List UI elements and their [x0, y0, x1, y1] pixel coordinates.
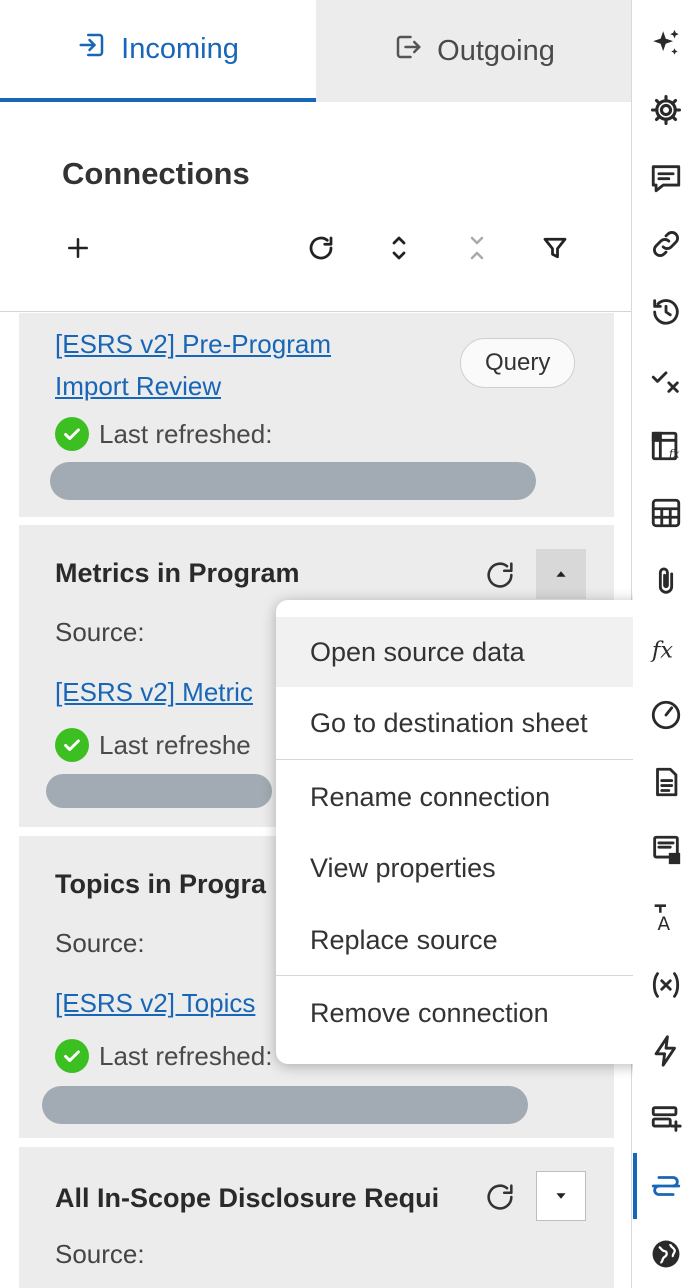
translate-icon[interactable]: A — [645, 896, 687, 938]
form-icon[interactable] — [645, 829, 687, 871]
connection-name: Metrics in Program — [55, 558, 300, 588]
redacted-timestamp — [42, 1086, 528, 1124]
last-refreshed-label: Last refreshe — [99, 729, 251, 760]
connection-card: All In-Scope Disclosure Requi Source: — [19, 1147, 614, 1288]
gear-icon[interactable] — [645, 89, 687, 131]
plus-icon — [68, 238, 88, 258]
history-icon[interactable] — [645, 291, 687, 333]
formula-sheet-icon[interactable]: fx — [645, 425, 687, 467]
source-link[interactable]: [ESRS v2] Metric — [55, 671, 305, 713]
right-icon-rail: fx fx A — [633, 0, 700, 1288]
check-circle-icon — [55, 1039, 89, 1073]
refresh-all-button[interactable] — [299, 226, 343, 270]
menu-item-remove-connection[interactable]: Remove connection — [276, 978, 666, 1048]
last-refreshed: Last refreshed: — [55, 1039, 272, 1073]
source-label: Source: — [55, 1239, 145, 1269]
connection-menu-button[interactable] — [536, 1171, 586, 1221]
menu-item-open-source-data[interactable]: Open source data — [276, 617, 666, 687]
expand-all-button[interactable] — [377, 226, 421, 270]
source-link-line2[interactable]: Import Review — [55, 365, 221, 407]
connection-context-menu: Open source data Go to destination sheet… — [276, 600, 666, 1064]
attachment-icon[interactable] — [645, 560, 687, 602]
filter-button[interactable] — [533, 226, 577, 270]
refresh-connection-button[interactable] — [480, 555, 520, 595]
function-icon[interactable]: fx — [645, 628, 687, 670]
check-circle-icon — [55, 728, 89, 762]
menu-item-rename-connection[interactable]: Rename connection — [276, 762, 666, 832]
last-refreshed-label: Last refreshed: — [99, 1040, 273, 1071]
last-refreshed: Last refreshed: — [55, 417, 272, 451]
connection-name: All In-Scope Disclosure Requi — [55, 1183, 440, 1213]
sign-in-icon — [77, 30, 107, 68]
collapse-icon — [470, 236, 484, 260]
tab-incoming[interactable]: Incoming — [0, 0, 316, 102]
menu-item-view-properties[interactable]: View properties — [276, 833, 666, 903]
globe-icon[interactable] — [645, 1233, 687, 1275]
sign-out-icon — [393, 32, 423, 70]
add-connection-button[interactable] — [56, 226, 100, 270]
query-badge: Query — [460, 338, 576, 388]
gauge-icon[interactable] — [645, 694, 687, 736]
tab-incoming-label: Incoming — [121, 32, 239, 65]
sparkle-icon[interactable] — [645, 23, 687, 65]
table-icon[interactable] — [645, 492, 687, 534]
add-row-icon[interactable] — [645, 1098, 687, 1140]
last-refreshed: Last refreshe — [55, 728, 295, 762]
active-indicator — [633, 1153, 637, 1219]
source-link[interactable]: [ESRS v2] Topics — [55, 982, 277, 1024]
refresh-icon — [487, 562, 513, 588]
lightning-icon[interactable] — [645, 1030, 687, 1072]
connection-card: [ESRS v2] Pre-Program Import Review Quer… — [19, 313, 614, 517]
connections-header: Connections — [0, 102, 631, 312]
last-refreshed-label: Last refreshed: — [99, 418, 273, 449]
connections-icon[interactable] — [645, 1165, 687, 1207]
svg-text:fx: fx — [668, 446, 680, 460]
menu-divider — [276, 975, 666, 976]
connection-menu-button[interactable] — [536, 549, 586, 599]
menu-item-go-to-destination-sheet[interactable]: Go to destination sheet — [276, 688, 666, 758]
tab-outgoing[interactable]: Outgoing — [316, 0, 631, 102]
menu-item-replace-source[interactable]: Replace source — [276, 905, 666, 975]
tab-bar: Incoming Outgoing — [0, 0, 631, 102]
comment-icon[interactable] — [645, 157, 687, 199]
menu-divider — [276, 759, 666, 760]
filter-icon — [543, 237, 567, 259]
refresh-icon — [487, 1184, 513, 1210]
source-label: Source: — [55, 928, 145, 958]
refresh-icon — [309, 236, 333, 260]
link-icon[interactable] — [645, 223, 687, 265]
document-icon[interactable] — [645, 761, 687, 803]
redacted-timestamp — [46, 774, 272, 808]
page-title: Connections — [62, 156, 250, 191]
check-circle-icon — [55, 417, 89, 451]
expand-icon — [392, 236, 406, 260]
source-label: Source: — [55, 617, 145, 647]
connection-name: Topics in Progra — [55, 869, 267, 899]
svg-text:fx: fx — [650, 638, 673, 664]
variable-icon[interactable] — [645, 964, 687, 1006]
source-link[interactable]: [ESRS v2] Pre-Program — [55, 323, 331, 365]
tab-outgoing-label: Outgoing — [437, 34, 555, 67]
caret-up-icon — [556, 571, 566, 577]
refresh-connection-button[interactable] — [480, 1177, 520, 1217]
svg-text:A: A — [658, 914, 671, 934]
caret-down-icon — [556, 1193, 566, 1199]
check-x-icon[interactable] — [645, 359, 687, 401]
redacted-timestamp — [50, 462, 536, 500]
collapse-all-button[interactable] — [455, 226, 499, 270]
